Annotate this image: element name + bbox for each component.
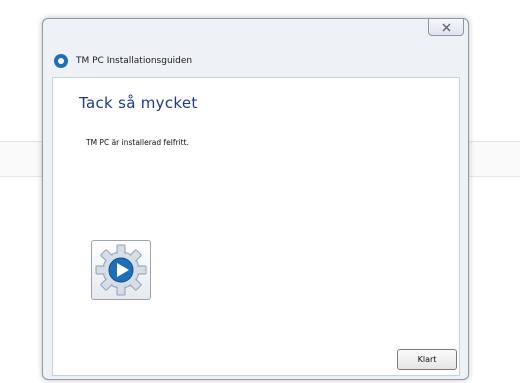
status-message: TM PC är installerad felfritt. bbox=[86, 138, 189, 147]
title-bar: TM PC Installationsguiden bbox=[54, 53, 192, 69]
close-icon bbox=[442, 23, 450, 31]
close-button[interactable] bbox=[428, 19, 464, 36]
installer-window: TM PC Installationsguiden Tack så mycket… bbox=[42, 18, 469, 380]
window-title: TM PC Installationsguiden bbox=[76, 56, 193, 66]
content-panel: Tack så mycket TM PC är installerad felf… bbox=[52, 77, 460, 376]
app-logo-icon bbox=[54, 54, 68, 68]
page-title: Tack så mycket bbox=[79, 94, 198, 112]
finish-button[interactable]: Klart bbox=[397, 349, 457, 370]
screen: TM PC Installationsguiden Tack så mycket… bbox=[0, 0, 520, 383]
gear-play-icon bbox=[91, 240, 151, 300]
